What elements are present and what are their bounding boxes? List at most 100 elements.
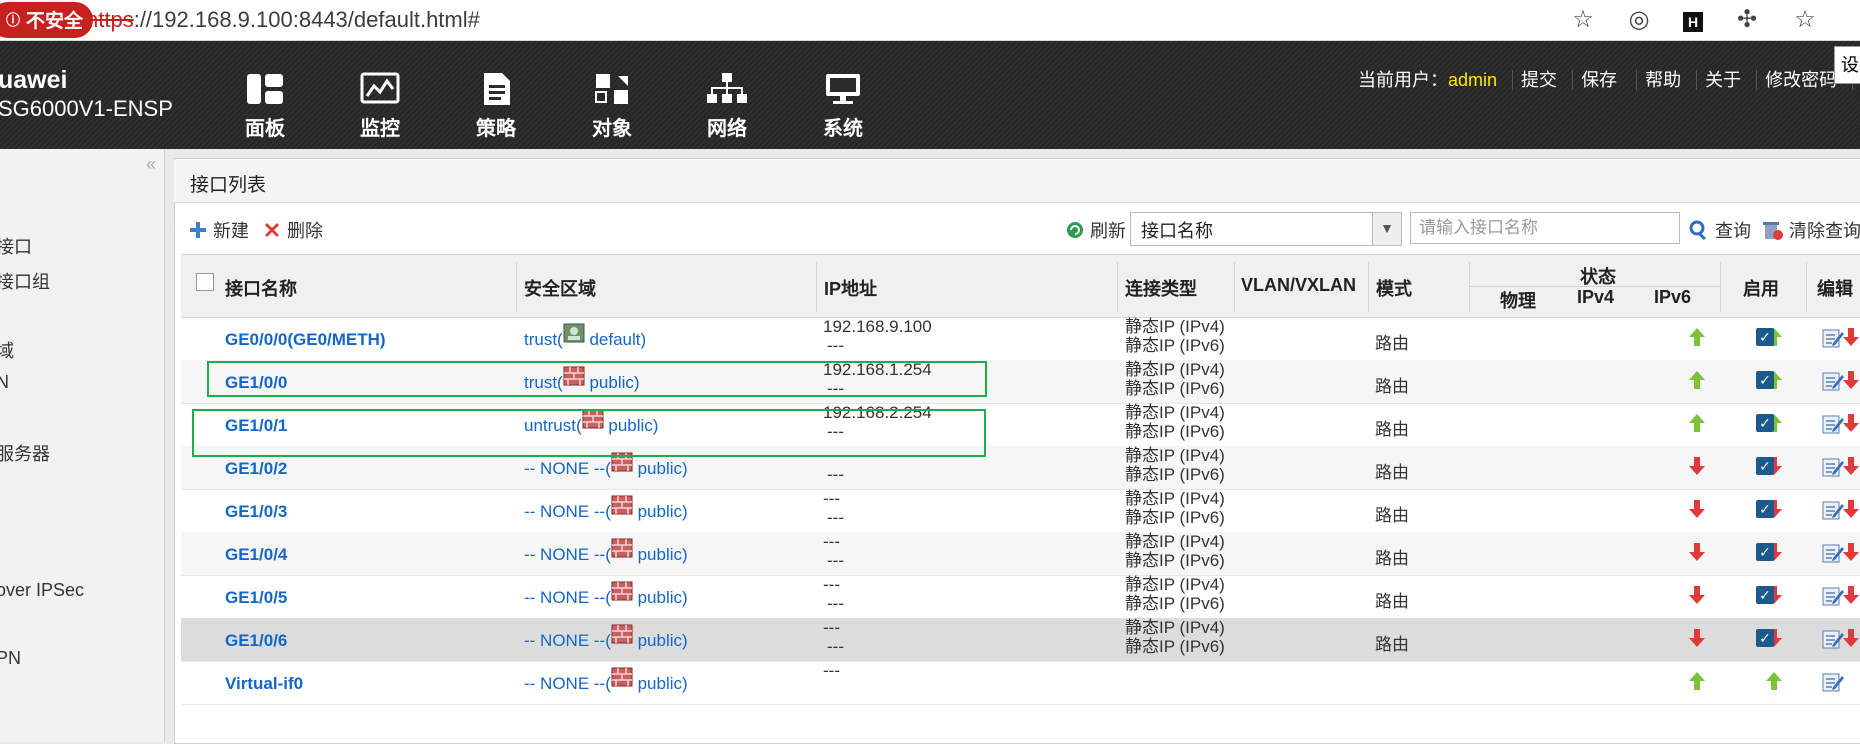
security-zone-link[interactable]: -- NONE --( public)	[524, 538, 688, 565]
extension-circle-icon[interactable]: ◎	[1622, 4, 1656, 36]
new-button[interactable]: 新建	[188, 217, 249, 243]
security-zone-link[interactable]: -- NONE --( public)	[524, 667, 688, 694]
interface-name-link[interactable]: GE1/0/4	[225, 545, 287, 565]
enable-checkbox[interactable]: ✓	[1756, 586, 1774, 604]
enable-checkbox[interactable]: ✓	[1756, 543, 1774, 561]
nav-monitor[interactable]: 监控	[340, 72, 420, 141]
table-row[interactable]: GE0/0/0(GE0/METH) trust( default) 192.168.…	[181, 317, 1860, 361]
system-computer-icon	[826, 74, 860, 104]
sidebar-item-server[interactable]: 服务器	[0, 440, 50, 466]
ip-address: --- ---	[823, 618, 844, 656]
save-link[interactable]: 保存	[1572, 70, 1618, 90]
nav-object[interactable]: 对象	[572, 72, 652, 141]
header-name[interactable]: 接口名称	[225, 275, 297, 301]
help-link[interactable]: 帮助	[1636, 70, 1682, 90]
interface-name-link[interactable]: GE1/0/3	[225, 502, 287, 522]
bookmark-star-icon[interactable]: ☆	[1566, 4, 1600, 36]
edit-icon[interactable]	[1821, 456, 1845, 478]
table-row[interactable]: Virtual-if0 -- NONE --( public) ---	[181, 661, 1860, 705]
edit-icon[interactable]	[1821, 413, 1845, 435]
clear-query-button[interactable]: 清除查询	[1762, 217, 1860, 243]
interface-name-link[interactable]: GE1/0/5	[225, 588, 287, 608]
security-zone-link[interactable]: -- NONE --( public)	[524, 581, 688, 608]
nav-system[interactable]: 系统	[803, 72, 883, 141]
enable-checkbox[interactable]: ✓	[1756, 371, 1774, 389]
select-all-checkbox[interactable]	[196, 273, 214, 291]
delete-x-icon	[265, 223, 279, 237]
sidebar-item-interface[interactable]: 接口	[0, 233, 32, 259]
ip-address: --- ---	[823, 575, 844, 613]
not-secure-badge[interactable]: ⓘ 不安全	[0, 2, 94, 38]
delete-button[interactable]: 删除	[262, 217, 323, 243]
header-zone[interactable]: 安全区域	[524, 275, 596, 301]
nav-dashboard[interactable]: 面板	[225, 72, 305, 141]
enable-checkbox[interactable]: ✓	[1756, 457, 1774, 475]
url-field[interactable]: https://192.168.9.100:8443/default.html#	[86, 7, 480, 33]
header-ip[interactable]: IP地址	[824, 275, 877, 301]
favorites-list-icon[interactable]: ☆	[1788, 4, 1822, 36]
header-connection-type[interactable]: 连接类型	[1125, 275, 1197, 301]
status-down-arrow-icon	[1689, 586, 1705, 604]
enable-checkbox[interactable]: ✓	[1756, 328, 1774, 346]
interface-name-link[interactable]: GE0/0/0(GE0/METH)	[225, 330, 386, 350]
table-row[interactable]: GE1/0/6 -- NONE --( public) --- --- 静态IP (IP…	[181, 618, 1860, 662]
header-edit: 编辑	[1817, 279, 1853, 299]
highlight-box-ge101	[192, 409, 986, 457]
trust-zone-icon	[563, 323, 585, 343]
column-divider	[1720, 262, 1721, 312]
sidebar-item-pn[interactable]: PN	[0, 648, 21, 669]
edit-icon[interactable]	[1821, 671, 1845, 693]
status-up-arrow-icon	[1689, 328, 1705, 346]
sidebar-item-over-ipsec[interactable]: over IPSec	[0, 580, 84, 601]
sidebar-item-n[interactable]: N	[0, 372, 9, 393]
header-mode[interactable]: 模式	[1376, 275, 1412, 301]
extension-h-icon[interactable]: H	[1676, 4, 1710, 36]
plus-icon	[190, 222, 206, 238]
current-user-name[interactable]: admin	[1448, 70, 1497, 90]
extensions-puzzle-icon[interactable]: ✣	[1730, 4, 1764, 36]
connection-type: 静态IP (IPv4) 静态IP (IPv6)	[1125, 446, 1225, 484]
nav-policy[interactable]: 策略	[456, 72, 536, 141]
enable-checkbox[interactable]: ✓	[1756, 629, 1774, 647]
table-row[interactable]: GE1/0/5 -- NONE --( public) --- --- 静态IP (IP…	[181, 575, 1860, 619]
nav-network[interactable]: 网络	[687, 72, 767, 141]
search-input[interactable]	[1410, 212, 1680, 244]
sidebar-item-zone[interactable]: 域	[0, 337, 14, 363]
status-down-arrow-icon	[1689, 500, 1705, 518]
device-model: SG6000V1-ENSP	[0, 96, 173, 121]
warning-icon: ⓘ	[6, 12, 20, 28]
about-link[interactable]: 关于	[1696, 70, 1742, 90]
edit-icon[interactable]	[1821, 585, 1845, 607]
search-field-select[interactable]: 接口名称 ▼	[1130, 212, 1402, 246]
sidebar-item-interface-group[interactable]: 接口组	[0, 268, 50, 294]
mode: 路由	[1375, 334, 1409, 353]
interface-name-link[interactable]: GE1/0/6	[225, 631, 287, 651]
interface-name-link[interactable]: GE1/0/2	[225, 459, 287, 479]
security-zone-link[interactable]: -- NONE --( public)	[524, 624, 688, 651]
panel-title: 接口列表	[190, 175, 267, 196]
brand-name: uawei	[0, 66, 68, 94]
query-button[interactable]: 查询	[1688, 217, 1751, 243]
submit-link[interactable]: 提交	[1512, 70, 1558, 90]
edit-icon[interactable]	[1821, 327, 1845, 349]
collapse-sidebar-icon[interactable]: «	[146, 154, 156, 175]
edit-icon[interactable]	[1821, 499, 1845, 521]
enable-checkbox[interactable]: ✓	[1756, 500, 1774, 518]
mode: 路由	[1375, 549, 1409, 568]
table-row[interactable]: GE1/0/3 -- NONE --( public) --- --- 静态IP (IP…	[181, 489, 1860, 533]
security-zone-link[interactable]: -- NONE --( public)	[524, 495, 688, 522]
interface-name-link[interactable]: Virtual-if0	[225, 674, 303, 694]
change-password-link[interactable]: 修改密码	[1756, 70, 1838, 90]
table-row[interactable]: GE1/0/4 -- NONE --( public) --- --- 静态IP (IP…	[181, 532, 1860, 576]
policy-document-icon	[484, 73, 510, 105]
column-divider	[1469, 262, 1470, 312]
mode: 路由	[1375, 592, 1409, 611]
edit-icon[interactable]	[1821, 628, 1845, 650]
edit-icon[interactable]	[1821, 542, 1845, 564]
security-zone-link[interactable]: trust( default)	[524, 323, 646, 350]
header-vlan[interactable]: VLAN/VXLAN	[1241, 275, 1356, 296]
refresh-button[interactable]: 刷新	[1065, 217, 1126, 243]
enable-checkbox[interactable]: ✓	[1756, 414, 1774, 432]
connection-type: 静态IP (IPv4) 静态IP (IPv6)	[1125, 489, 1225, 527]
edit-icon[interactable]	[1821, 370, 1845, 392]
